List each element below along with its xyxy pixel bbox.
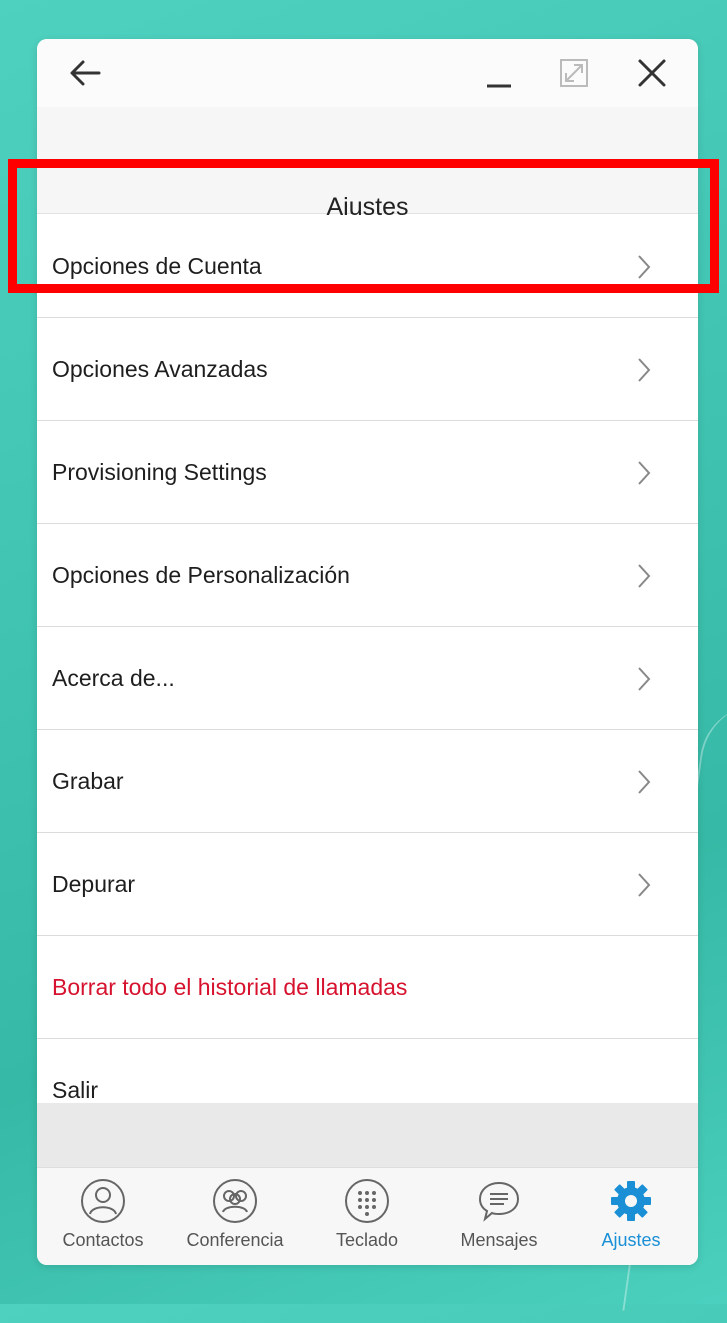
- page-header: Ajustes: [37, 107, 698, 220]
- menu-item-label: Borrar todo el historial de llamadas: [52, 974, 408, 1000]
- chevron-right-icon: [638, 255, 651, 279]
- tab-label: Ajustes: [601, 1230, 661, 1250]
- menu-item-label: Grabar: [52, 768, 124, 794]
- message-icon: [478, 1181, 520, 1222]
- maximize-button[interactable]: [550, 49, 598, 97]
- chevron-right-icon: [638, 461, 651, 485]
- menu-item-label: Opciones de Cuenta: [52, 253, 262, 279]
- tab-contactos[interactable]: Contactos: [37, 1168, 169, 1265]
- menu-item-grabar[interactable]: Grabar: [37, 730, 698, 833]
- title-bar: [37, 39, 698, 107]
- keypad-icon: [345, 1179, 389, 1223]
- menu-item-label: Opciones de Personalización: [52, 562, 350, 588]
- close-icon: [638, 59, 666, 87]
- contact-icon: [81, 1179, 125, 1223]
- chevron-right-icon: [638, 667, 651, 691]
- bottom-tab-bar: Contactos Conferencia Teclado Mensajes A…: [37, 1167, 698, 1265]
- menu-item-opciones-de-personalizacion[interactable]: Opciones de Personalización: [37, 524, 698, 627]
- menu-item-depurar[interactable]: Depurar: [37, 833, 698, 936]
- tab-label: Conferencia: [186, 1230, 284, 1250]
- back-button[interactable]: [61, 49, 109, 97]
- tab-conferencia[interactable]: Conferencia: [169, 1168, 301, 1265]
- back-arrow-icon: [70, 60, 101, 86]
- app-window: Ajustes Opciones de Cuenta Opciones Avan…: [37, 39, 698, 1265]
- tab-teclado[interactable]: Teclado: [301, 1168, 433, 1265]
- conference-icon: [213, 1179, 257, 1223]
- tab-ajustes[interactable]: Ajustes: [565, 1168, 697, 1265]
- settings-gear-icon: [611, 1181, 651, 1221]
- menu-item-label: Provisioning Settings: [52, 459, 267, 485]
- minimize-button[interactable]: [475, 49, 523, 97]
- maximize-icon: [560, 59, 588, 87]
- close-button[interactable]: [628, 49, 676, 97]
- menu-item-provisioning-settings[interactable]: Provisioning Settings: [37, 421, 698, 524]
- tab-label: Contactos: [62, 1230, 144, 1250]
- tab-label: Mensajes: [460, 1230, 538, 1250]
- menu-item-opciones-avanzadas[interactable]: Opciones Avanzadas: [37, 318, 698, 421]
- chevron-right-icon: [638, 564, 651, 588]
- menu-item-borrar-historial[interactable]: Borrar todo el historial de llamadas: [37, 936, 698, 1039]
- menu-item-opciones-de-cuenta[interactable]: Opciones de Cuenta: [37, 215, 698, 318]
- tab-mensajes[interactable]: Mensajes: [433, 1168, 565, 1265]
- empty-area: [37, 1103, 698, 1167]
- menu-item-label: Acerca de...: [52, 665, 175, 691]
- chevron-right-icon: [638, 770, 651, 794]
- minimize-icon: [487, 84, 511, 88]
- chevron-right-icon: [638, 358, 651, 382]
- menu-item-label: Depurar: [52, 871, 136, 897]
- chevron-right-icon: [638, 873, 651, 897]
- menu-item-acerca-de[interactable]: Acerca de...: [37, 627, 698, 730]
- tab-label: Teclado: [335, 1230, 399, 1250]
- settings-menu: Opciones de Cuenta Opciones Avanzadas Pr…: [37, 215, 698, 1142]
- menu-item-label: Opciones Avanzadas: [52, 356, 268, 382]
